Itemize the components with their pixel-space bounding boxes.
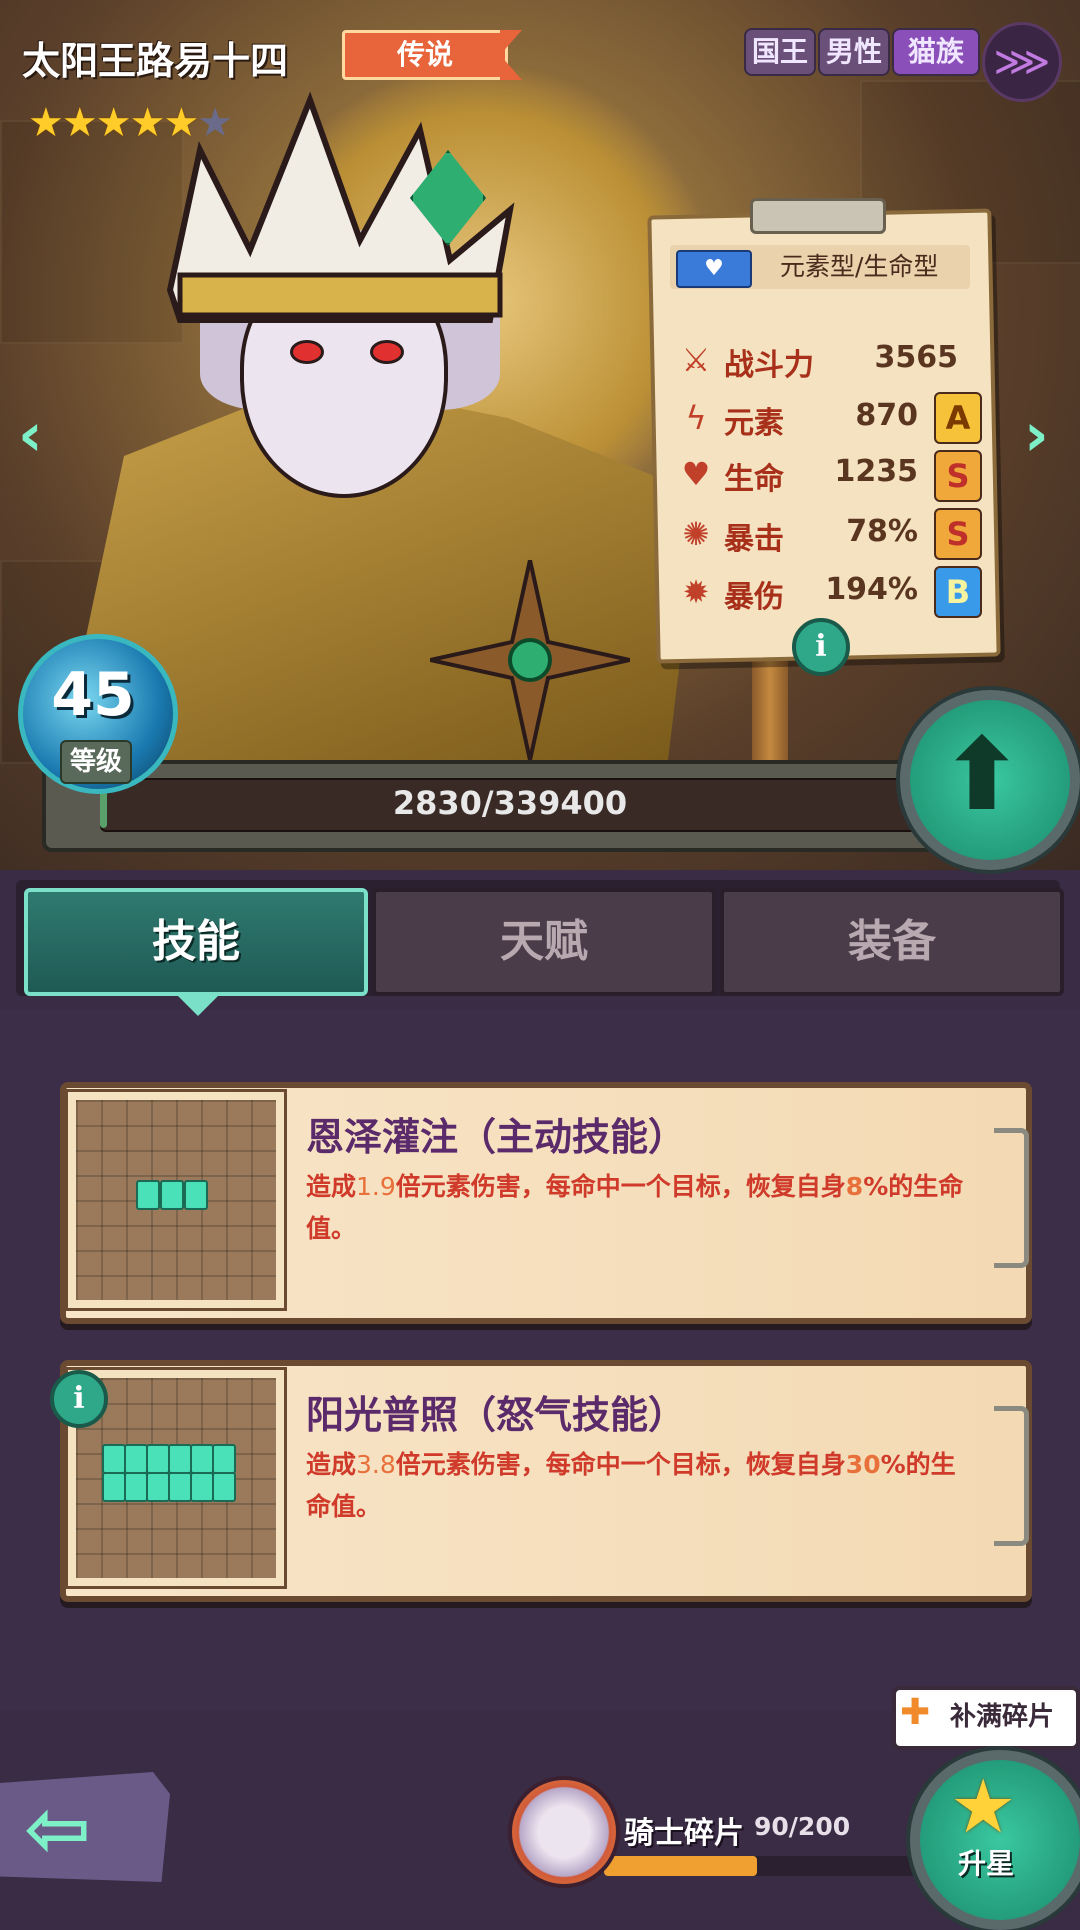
range-cell <box>190 1444 214 1474</box>
range-cell <box>190 1472 214 1502</box>
desc-text: 倍元素伤害，每命中一个目标，恢复自身 <box>395 1172 846 1201</box>
stat-value-element: 870 <box>855 398 918 433</box>
desc-percent: 8 <box>845 1172 864 1201</box>
desc-multiplier: 3.8 <box>356 1450 396 1479</box>
puzzle-piece-icon: ✚ <box>900 1692 931 1733</box>
star-rating: ★★★★★★ <box>28 100 233 146</box>
fragment-label: 骑士碎片 <box>624 1816 744 1851</box>
desc-text: 造成 <box>306 1172 357 1201</box>
skill-title: 恩泽灌注（主动技能） <box>306 1115 687 1159</box>
range-cell <box>136 1180 160 1210</box>
heart-badge-icon: ♥ <box>676 250 752 288</box>
heart-icon: ♥ <box>681 455 711 493</box>
refill-fragments-label: 补满碎片 <box>950 1702 1055 1732</box>
desc-text: 造成 <box>306 1450 357 1479</box>
fragment-count: 90/200 <box>754 1812 851 1841</box>
grade-badge-life: S <box>934 450 982 502</box>
tag-race: 猫族 <box>892 28 980 76</box>
range-cell <box>124 1472 148 1502</box>
desc-text: 倍元素伤害，每命中一个目标，恢复自身 <box>395 1450 846 1479</box>
range-cell <box>168 1472 192 1502</box>
back-arrow-icon: ⇦ <box>24 1782 92 1875</box>
lightning-icon: ϟ <box>685 399 707 437</box>
stat-value-power: 3565 <box>874 340 959 375</box>
level-up-arrow-icon: ⬆ <box>940 716 1024 833</box>
card-clip <box>994 1406 1029 1546</box>
board-clip <box>750 198 886 234</box>
star-up-label: 升星 <box>958 1847 1015 1880</box>
tag-gender: 男性 <box>818 28 890 76</box>
crit-icon: ✺ <box>682 515 710 553</box>
hero-name: 太阳王路易十四 <box>22 39 289 83</box>
skill-range-grid-icon <box>68 1092 284 1308</box>
tab-equipment[interactable]: 装备 <box>720 888 1064 996</box>
stats-info-icon[interactable]: i <box>792 618 850 676</box>
skill-info-icon[interactable]: i <box>50 1370 108 1428</box>
range-cell <box>212 1472 236 1502</box>
skill-description: 造成1.9倍元素伤害，每命中一个目标，恢复自身8%的生命值。 <box>306 1166 976 1250</box>
range-cell <box>212 1444 236 1474</box>
star-icon: ★ <box>950 1764 1017 1850</box>
range-cell <box>102 1472 126 1502</box>
next-hero-arrow-icon[interactable]: › <box>1024 400 1049 470</box>
range-cell <box>146 1444 170 1474</box>
tag-title: 国王 <box>744 28 816 76</box>
range-cell <box>102 1444 126 1474</box>
stat-label-life: 生命 <box>724 462 784 497</box>
hero-eye <box>290 340 324 364</box>
compass-star-icon <box>430 560 630 760</box>
hero-eye <box>370 340 404 364</box>
range-cell <box>124 1444 148 1474</box>
desc-percent: 30 <box>845 1450 881 1479</box>
tab-skills[interactable]: 技能 <box>24 888 368 996</box>
swords-icon: ⚔ <box>681 341 711 379</box>
star-filled-icon: ★ <box>61 100 98 146</box>
grade-badge-crit-damage: B <box>934 566 982 618</box>
stat-label-crit-damage: 暴伤 <box>724 580 784 615</box>
stat-label-element: 元素 <box>724 406 784 441</box>
level-label: 等级 <box>60 740 132 784</box>
card-clip <box>994 1128 1029 1268</box>
stat-value-crit-damage: 194% <box>825 572 918 607</box>
grade-badge-crit: S <box>934 508 982 560</box>
fragment-progress-fill <box>604 1856 757 1876</box>
hero-type-label: 元素型/生命型 <box>780 252 939 281</box>
fish-bone-icon[interactable]: ⋙ <box>982 22 1062 102</box>
active-tab-pointer <box>176 994 220 1016</box>
star-filled-icon: ★ <box>28 100 64 146</box>
stat-label-crit: 暴击 <box>724 522 784 557</box>
range-cell <box>160 1180 184 1210</box>
tab-talent[interactable]: 天赋 <box>372 888 716 996</box>
exp-value: 2830/339400 <box>392 784 628 822</box>
range-cell <box>168 1444 192 1474</box>
star-empty-icon: ★ <box>197 100 233 146</box>
desc-multiplier: 1.9 <box>356 1172 396 1201</box>
range-cell <box>184 1180 208 1210</box>
background-panel <box>0 120 184 344</box>
burst-icon: ✹ <box>682 573 710 611</box>
stat-value-crit: 78% <box>846 514 918 549</box>
stat-value-life: 1235 <box>834 454 919 489</box>
star-filled-icon: ★ <box>163 100 199 146</box>
skill-title: 阳光普照（怒气技能） <box>306 1393 687 1437</box>
level-value: 45 <box>51 660 135 730</box>
rarity-badge: 传说 <box>342 30 508 80</box>
hero-portrait-avatar <box>508 1776 620 1888</box>
grade-badge-element: A <box>934 392 982 444</box>
rarity-ribbon-tail <box>500 30 522 80</box>
star-filled-icon: ★ <box>129 100 166 146</box>
stat-label-power: 战斗力 <box>724 348 814 383</box>
range-cell <box>146 1472 170 1502</box>
star-filled-icon: ★ <box>95 100 132 146</box>
skill-description: 造成3.8倍元素伤害，每命中一个目标，恢复自身30%的生命值。 <box>306 1444 976 1528</box>
prev-hero-arrow-icon[interactable]: ‹ <box>18 400 43 470</box>
